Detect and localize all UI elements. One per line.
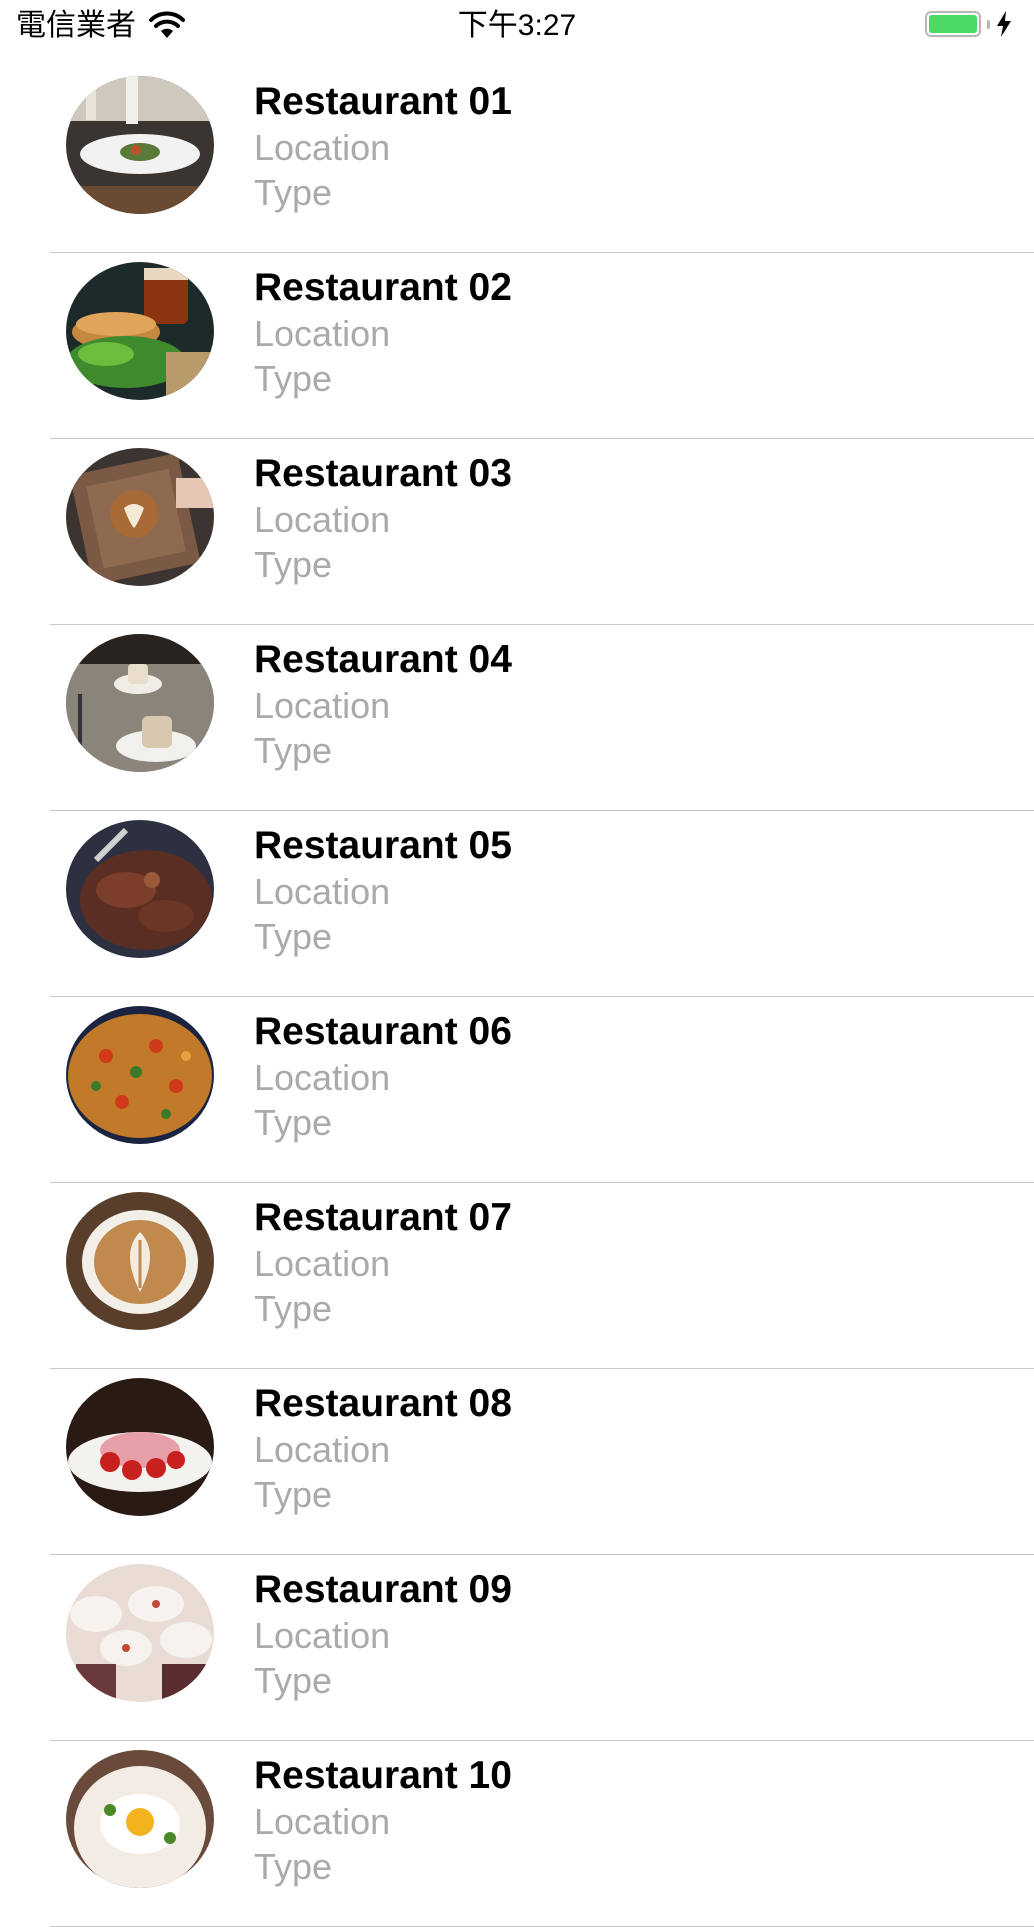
restaurant-row[interactable]: Restaurant 09 Location Type [0,1555,1034,1741]
charging-bolt-icon [996,11,1012,37]
restaurant-thumbnail [66,634,214,772]
restaurant-name: Restaurant 02 [254,266,512,309]
restaurant-name: Restaurant 03 [254,452,512,495]
restaurant-location: Location [254,1243,391,1284]
status-bar: 電信業者 下午3:27 [0,0,1034,52]
restaurant-type: Type [254,172,333,213]
restaurant-row[interactable]: Restaurant 04 Location Type [0,625,1034,811]
battery-fill [929,15,977,33]
restaurant-location: Location [254,1615,391,1656]
restaurant-location: Location [254,1801,391,1842]
battery-icon [925,11,981,37]
restaurant-text: Restaurant 04 Location Type [254,637,512,773]
restaurant-row[interactable]: Restaurant 08 Location Type [0,1369,1034,1555]
restaurant-thumbnail [66,262,214,400]
restaurant-thumbnail [66,820,214,958]
restaurant-text: Restaurant 05 Location Type [254,823,512,959]
restaurant-thumbnail [66,1750,214,1888]
restaurant-type: Type [254,1474,333,1515]
restaurant-location: Location [254,871,391,912]
restaurant-name: Restaurant 09 [254,1568,512,1611]
restaurant-thumbnail [66,1192,214,1330]
restaurant-text: Restaurant 09 Location Type [254,1567,512,1703]
restaurant-thumbnail [66,76,214,214]
restaurant-type: Type [254,916,333,957]
restaurant-name: Restaurant 07 [254,1196,512,1239]
restaurant-thumbnail [66,1378,214,1516]
restaurant-text: Restaurant 03 Location Type [254,451,512,587]
restaurant-row[interactable]: Restaurant 02 Location Type [0,253,1034,439]
restaurant-location: Location [254,499,391,540]
restaurant-row[interactable]: Restaurant 05 Location Type [0,811,1034,997]
restaurant-type: Type [254,358,333,399]
restaurant-text: Restaurant 10 Location Type [254,1753,512,1889]
restaurant-type: Type [254,1846,333,1887]
restaurant-text: Restaurant 01 Location Type [254,79,512,215]
restaurant-name: Restaurant 10 [254,1754,512,1797]
restaurant-text: Restaurant 02 Location Type [254,265,512,401]
restaurant-name: Restaurant 06 [254,1010,512,1053]
battery-indicator [925,11,1012,37]
restaurant-thumbnail [66,448,214,586]
status-time: 下午3:27 [457,9,577,42]
restaurant-name: Restaurant 05 [254,824,512,867]
restaurant-location: Location [254,685,391,726]
restaurant-type: Type [254,544,333,585]
restaurant-row[interactable]: Restaurant 07 Location Type [0,1183,1034,1369]
restaurant-type: Type [254,1660,333,1701]
restaurant-name: Restaurant 01 [254,80,512,123]
restaurant-location: Location [254,1429,391,1470]
restaurant-location: Location [254,1057,391,1098]
restaurant-location: Location [254,127,391,168]
restaurant-row[interactable]: Restaurant 01 Location Type [0,67,1034,253]
restaurant-type: Type [254,1102,333,1143]
restaurant-thumbnail [66,1564,214,1702]
restaurant-row[interactable]: Restaurant 10 Location Type [0,1741,1034,1927]
restaurant-type: Type [254,730,333,771]
restaurant-text: Restaurant 06 Location Type [254,1009,512,1145]
battery-cap [987,19,990,29]
restaurant-name: Restaurant 08 [254,1382,512,1425]
restaurant-list: Restaurant 01 Location Type Restaurant 0… [0,67,1034,1927]
restaurant-thumbnail [66,1006,214,1144]
restaurant-location: Location [254,313,391,354]
restaurant-text: Restaurant 08 Location Type [254,1381,512,1517]
restaurant-type: Type [254,1288,333,1329]
restaurant-name: Restaurant 04 [254,638,512,681]
restaurant-text: Restaurant 07 Location Type [254,1195,512,1331]
restaurant-row[interactable]: Restaurant 03 Location Type [0,439,1034,625]
restaurant-row[interactable]: Restaurant 06 Location Type [0,997,1034,1183]
